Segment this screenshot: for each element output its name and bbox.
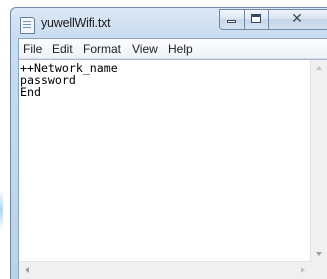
caption-buttons: ✕: [219, 9, 327, 30]
window-glow: [0, 190, 3, 230]
text-editor[interactable]: ++Network_name password End: [19, 59, 327, 279]
menu-file[interactable]: File: [23, 42, 42, 56]
editor-text[interactable]: ++Network_name password End: [20, 62, 118, 98]
client-area: File Edit Format View Help ++Network_nam…: [18, 38, 327, 279]
maximize-button[interactable]: [244, 9, 269, 30]
menu-help[interactable]: Help: [168, 42, 193, 56]
menu-format[interactable]: Format: [83, 42, 121, 56]
menu-edit[interactable]: Edit: [52, 42, 73, 56]
window-title: yuwellWifi.txt: [41, 16, 111, 30]
minimize-button[interactable]: [219, 9, 245, 30]
horizontal-scrollbar[interactable]: [19, 261, 311, 279]
menu-view[interactable]: View: [132, 42, 158, 56]
maximize-icon: [251, 14, 261, 23]
notepad-window: yuwellWifi.txt ✕ File Edit Format View H…: [10, 7, 327, 279]
menu-bar: File Edit Format View Help: [19, 39, 327, 59]
vertical-scrollbar[interactable]: [310, 60, 327, 262]
scrollbar-corner: [311, 262, 327, 279]
minimize-icon: [227, 20, 236, 23]
close-button[interactable]: ✕: [268, 9, 327, 30]
close-icon: ✕: [291, 11, 303, 27]
scroll-right-icon[interactable]: [301, 267, 305, 273]
notepad-icon[interactable]: [20, 17, 35, 34]
scroll-up-icon[interactable]: [316, 66, 322, 70]
scroll-down-icon[interactable]: [316, 252, 322, 256]
title-bar[interactable]: yuwellWifi.txt ✕: [11, 8, 327, 38]
scroll-left-icon[interactable]: [25, 267, 29, 273]
